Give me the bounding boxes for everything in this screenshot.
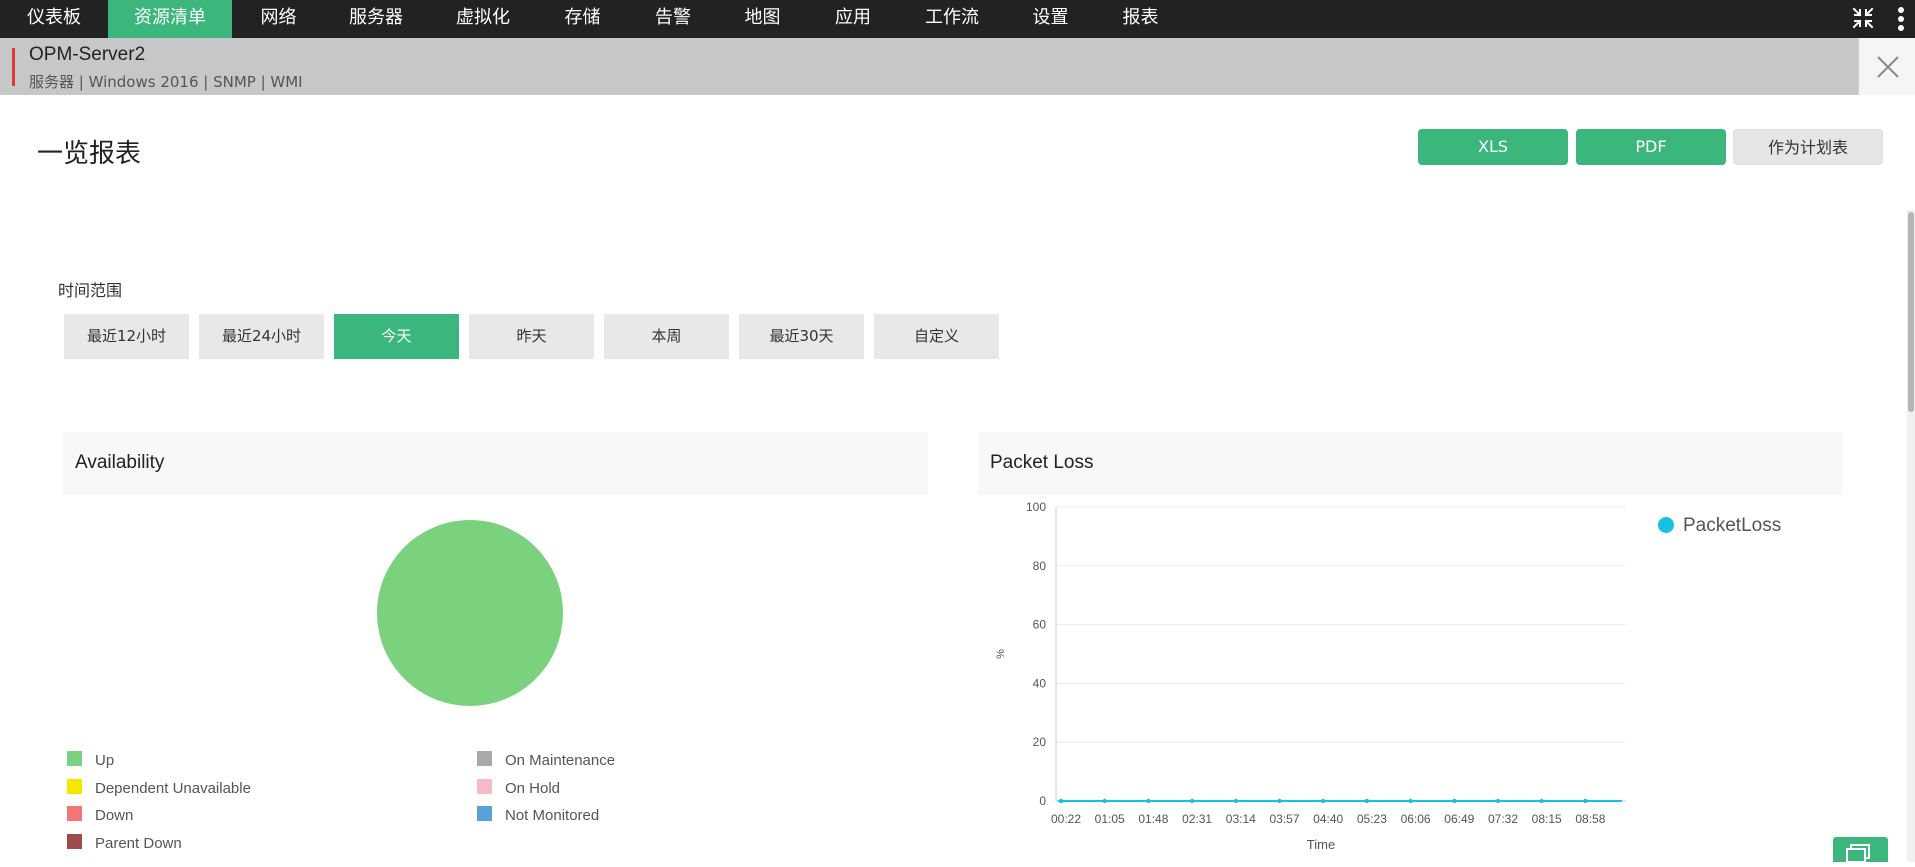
availability-pie-chart [377, 520, 563, 706]
x-tick-label: 02:31 [1182, 812, 1212, 826]
data-point[interactable] [1452, 798, 1457, 804]
range-custom[interactable]: 自定义 [874, 314, 999, 359]
legend-label: Not Monitored [505, 807, 600, 824]
nav-item-virtualization[interactable]: 虚拟化 [427, 0, 539, 38]
packet-loss-panel-header: Packet Loss [978, 432, 1843, 495]
legend-label: Dependent Unavailable [95, 780, 251, 797]
pie-slice-up[interactable] [377, 520, 563, 706]
close-button[interactable] [1858, 38, 1915, 95]
header-accent-bar [12, 48, 15, 86]
range-last-30d[interactable]: 最近30天 [739, 314, 864, 359]
server-header: OPM-Server2 服务器 | Windows 2016 | SNMP | … [0, 38, 1915, 95]
packet-loss-line-chart: 0 20 40 60 80 100 00:22 01:05 01:48 02:31 03:14 03:… [995, 500, 1781, 852]
nav-item-network[interactable]: 网络 [232, 0, 325, 38]
y-tick-label: 0 [1039, 794, 1046, 808]
x-tick-label: 00:22 [1051, 812, 1081, 826]
y-axis-title: % [995, 649, 1007, 659]
nav-item-workflow[interactable]: 工作流 [901, 0, 1003, 38]
data-point[interactable] [1364, 798, 1370, 804]
legend-label: Up [95, 752, 115, 769]
shrink-icon[interactable] [1851, 6, 1875, 30]
y-tick-label: 40 [1033, 676, 1047, 690]
legend-label: On Hold [505, 780, 561, 797]
availability-title: Availability [75, 452, 165, 473]
nav-item-servers[interactable]: 服务器 [325, 0, 427, 38]
data-point[interactable] [1277, 798, 1282, 804]
legend-swatch [477, 751, 492, 766]
export-xls-button[interactable]: XLS [1418, 129, 1568, 165]
x-tick-label: 08:15 [1532, 812, 1562, 826]
time-range-label: 时间范围 [58, 281, 123, 300]
range-yesterday[interactable]: 昨天 [469, 314, 594, 359]
export-pdf-button[interactable]: PDF [1576, 129, 1726, 165]
more-options-icon[interactable] [1896, 5, 1906, 33]
x-tick-label: 06:06 [1401, 812, 1431, 826]
nav-item-maps[interactable]: 地图 [720, 0, 805, 38]
legend-swatch [67, 779, 82, 794]
range-last-24h[interactable]: 最近24小时 [199, 314, 324, 359]
nav-item-settings[interactable]: 设置 [1003, 0, 1098, 38]
data-point[interactable] [1583, 798, 1588, 804]
legend-swatch [477, 806, 492, 821]
y-tick-label: 20 [1033, 735, 1047, 749]
legend-label: Parent Down [95, 835, 182, 852]
close-icon [1877, 56, 1899, 78]
data-point[interactable] [1146, 798, 1151, 804]
top-nav: 仪表板 资源清单 网络 服务器 虚拟化 存储 告警 地图 应用 工作流 设置 报… [0, 0, 1915, 38]
nav-item-reports[interactable]: 报表 [1098, 0, 1183, 38]
nav-item-apps[interactable]: 应用 [805, 0, 901, 38]
x-tick-label: 08:58 [1575, 812, 1605, 826]
data-point[interactable] [1495, 798, 1501, 804]
x-tick-label: 04:40 [1313, 812, 1343, 826]
x-tick-label: 03:57 [1269, 812, 1299, 826]
nav-item-alarms[interactable]: 告警 [626, 0, 720, 38]
floating-widget-button[interactable] [1833, 837, 1888, 863]
data-point[interactable] [1102, 798, 1107, 804]
legend-marker-packetloss[interactable] [1658, 517, 1674, 533]
window-stack-icon [1846, 844, 1870, 863]
range-this-week[interactable]: 本周 [604, 314, 729, 359]
data-point[interactable] [1189, 798, 1195, 804]
x-tick-label: 01:05 [1095, 812, 1125, 826]
scrollbar-thumb[interactable] [1908, 212, 1914, 412]
page-title: 一览报表 [37, 139, 142, 169]
range-last-12h[interactable]: 最近12小时 [64, 314, 189, 359]
legend-swatch [67, 834, 82, 849]
x-tick-label: 03:14 [1226, 812, 1256, 826]
nav-item-storage[interactable]: 存储 [539, 0, 626, 38]
x-tick-label: 05:23 [1357, 812, 1387, 826]
range-today[interactable]: 今天 [334, 314, 459, 359]
x-tick-label: 06:49 [1444, 812, 1474, 826]
legend-label: Down [95, 807, 134, 824]
data-point[interactable] [1058, 798, 1064, 804]
x-tick-label: 01:48 [1138, 812, 1168, 826]
data-point[interactable] [1539, 798, 1544, 804]
data-point[interactable] [1233, 798, 1238, 804]
availability-panel-header: Availability [63, 432, 928, 495]
nav-item-dashboard[interactable]: 仪表板 [0, 0, 108, 38]
x-tick-label: 07:32 [1488, 812, 1518, 826]
nav-item-inventory[interactable]: 资源清单 [108, 0, 232, 38]
legend-label-packetloss[interactable]: PacketLoss [1683, 515, 1781, 536]
packet-loss-title: Packet Loss [990, 452, 1094, 473]
schedule-button[interactable]: 作为计划表 [1733, 129, 1883, 165]
legend-swatch [67, 806, 82, 821]
server-name: OPM-Server2 [29, 44, 146, 65]
server-meta: 服务器 | Windows 2016 | SNMP | WMI [29, 73, 303, 91]
data-point[interactable] [1321, 798, 1326, 804]
legend-swatch [477, 779, 492, 794]
legend-swatch [67, 751, 82, 766]
x-axis-title: Time [1307, 837, 1335, 852]
y-tick-label: 100 [1026, 500, 1046, 514]
data-point[interactable] [1408, 798, 1413, 804]
y-tick-label: 60 [1033, 618, 1047, 632]
y-tick-label: 80 [1033, 559, 1047, 573]
legend-label: On Maintenance [505, 752, 616, 769]
